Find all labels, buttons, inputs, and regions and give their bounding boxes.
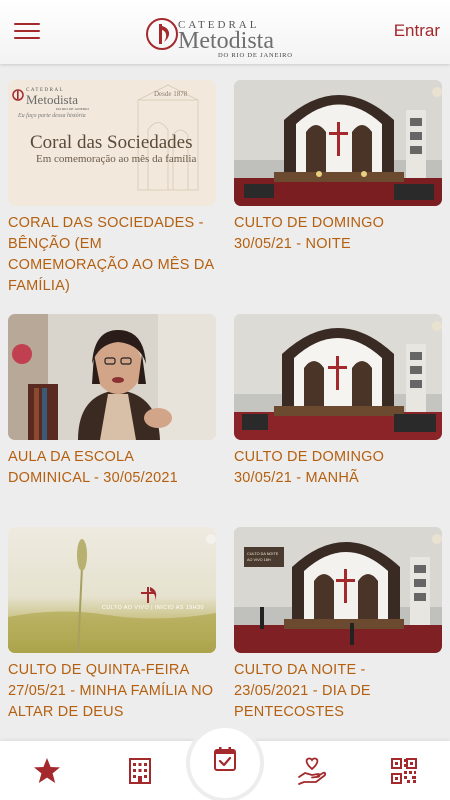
calendar-tab-button[interactable] [190,728,260,798]
video-card[interactable]: CULTO AO VIVO | INÍCIO AS 19H30 CULTO DE… [8,527,216,723]
video-thumbnail[interactable] [234,80,442,206]
building-icon[interactable] [124,755,156,787]
star-icon[interactable] [31,755,63,787]
video-thumbnail[interactable] [8,314,216,440]
menu-icon[interactable] [14,20,40,42]
video-card[interactable]: CATEDRAL Metodista DO RIO DE JANEIRO Eu … [8,80,216,297]
qr-code-icon[interactable] [388,755,420,787]
video-thumbnail[interactable] [234,314,442,440]
thumb-title: Coral das Sociedades [30,132,193,153]
video-card[interactable]: CULTO DA NOITE AO VIVO 18H CULTO DA NOIT… [234,527,442,723]
thumb-logo-subtitle: DO RIO DE JANEIRO [56,107,89,111]
video-title[interactable]: CULTO DA NOITE - 23/05/2021 - DIA DE PEN… [234,660,442,723]
video-thumbnail[interactable]: CULTO AO VIVO | INÍCIO AS 19H30 [8,527,216,653]
app-header: CATEDRAL Metodista DO RIO DE JANEIRO Ent… [0,0,450,64]
church-logo: CATEDRAL Metodista DO RIO DE JANEIRO [146,14,292,60]
calendar-check-icon [214,747,236,771]
login-link[interactable]: Entrar [394,21,440,41]
video-card[interactable]: AULA DA ESCOLA DOMINICAL - 30/05/2021 [8,314,216,489]
logo-subtitle: DO RIO DE JANEIRO [218,52,293,59]
thumb-banner-line-1: CULTO DA NOITE [247,552,279,556]
cross-flame-icon [146,18,178,50]
video-thumbnail[interactable]: CATEDRAL Metodista DO RIO DE JANEIRO Eu … [8,80,216,206]
heart-hand-icon[interactable] [296,755,328,787]
thumb-subtitle: Em comemoração ao mês da família [36,153,197,165]
video-card[interactable]: CULTO DE DOMINGO 30/05/21 - NOITE [234,80,442,255]
thumb-tagline: Eu faço parte dessa história [18,113,86,119]
video-title[interactable]: CORAL DAS SOCIEDADES - BÊNÇÃO (EM COMEMO… [8,213,216,297]
video-title[interactable]: CULTO DE DOMINGO 30/05/21 - NOITE [234,213,442,255]
logo-brand-text: Metodista [178,28,274,54]
thumb-since: Desde 1878 [154,90,188,98]
thumb-banner-line-2: AO VIVO 18H [247,558,271,562]
video-title[interactable]: CULTO DE QUINTA-FEIRA 27/05/21 - MINHA F… [8,660,216,723]
video-card[interactable]: CULTO DE DOMINGO 30/05/21 - MANHÃ [234,314,442,489]
video-title[interactable]: AULA DA ESCOLA DOMINICAL - 30/05/2021 [8,447,216,489]
thumb-logo-brand: Metodista [26,92,78,107]
video-title[interactable]: CULTO DE DOMINGO 30/05/21 - MANHÃ [234,447,442,489]
thumb-live-overlay: CULTO AO VIVO | INÍCIO AS 19H30 [102,605,204,611]
video-thumbnail[interactable]: CULTO DA NOITE AO VIVO 18H [234,527,442,653]
